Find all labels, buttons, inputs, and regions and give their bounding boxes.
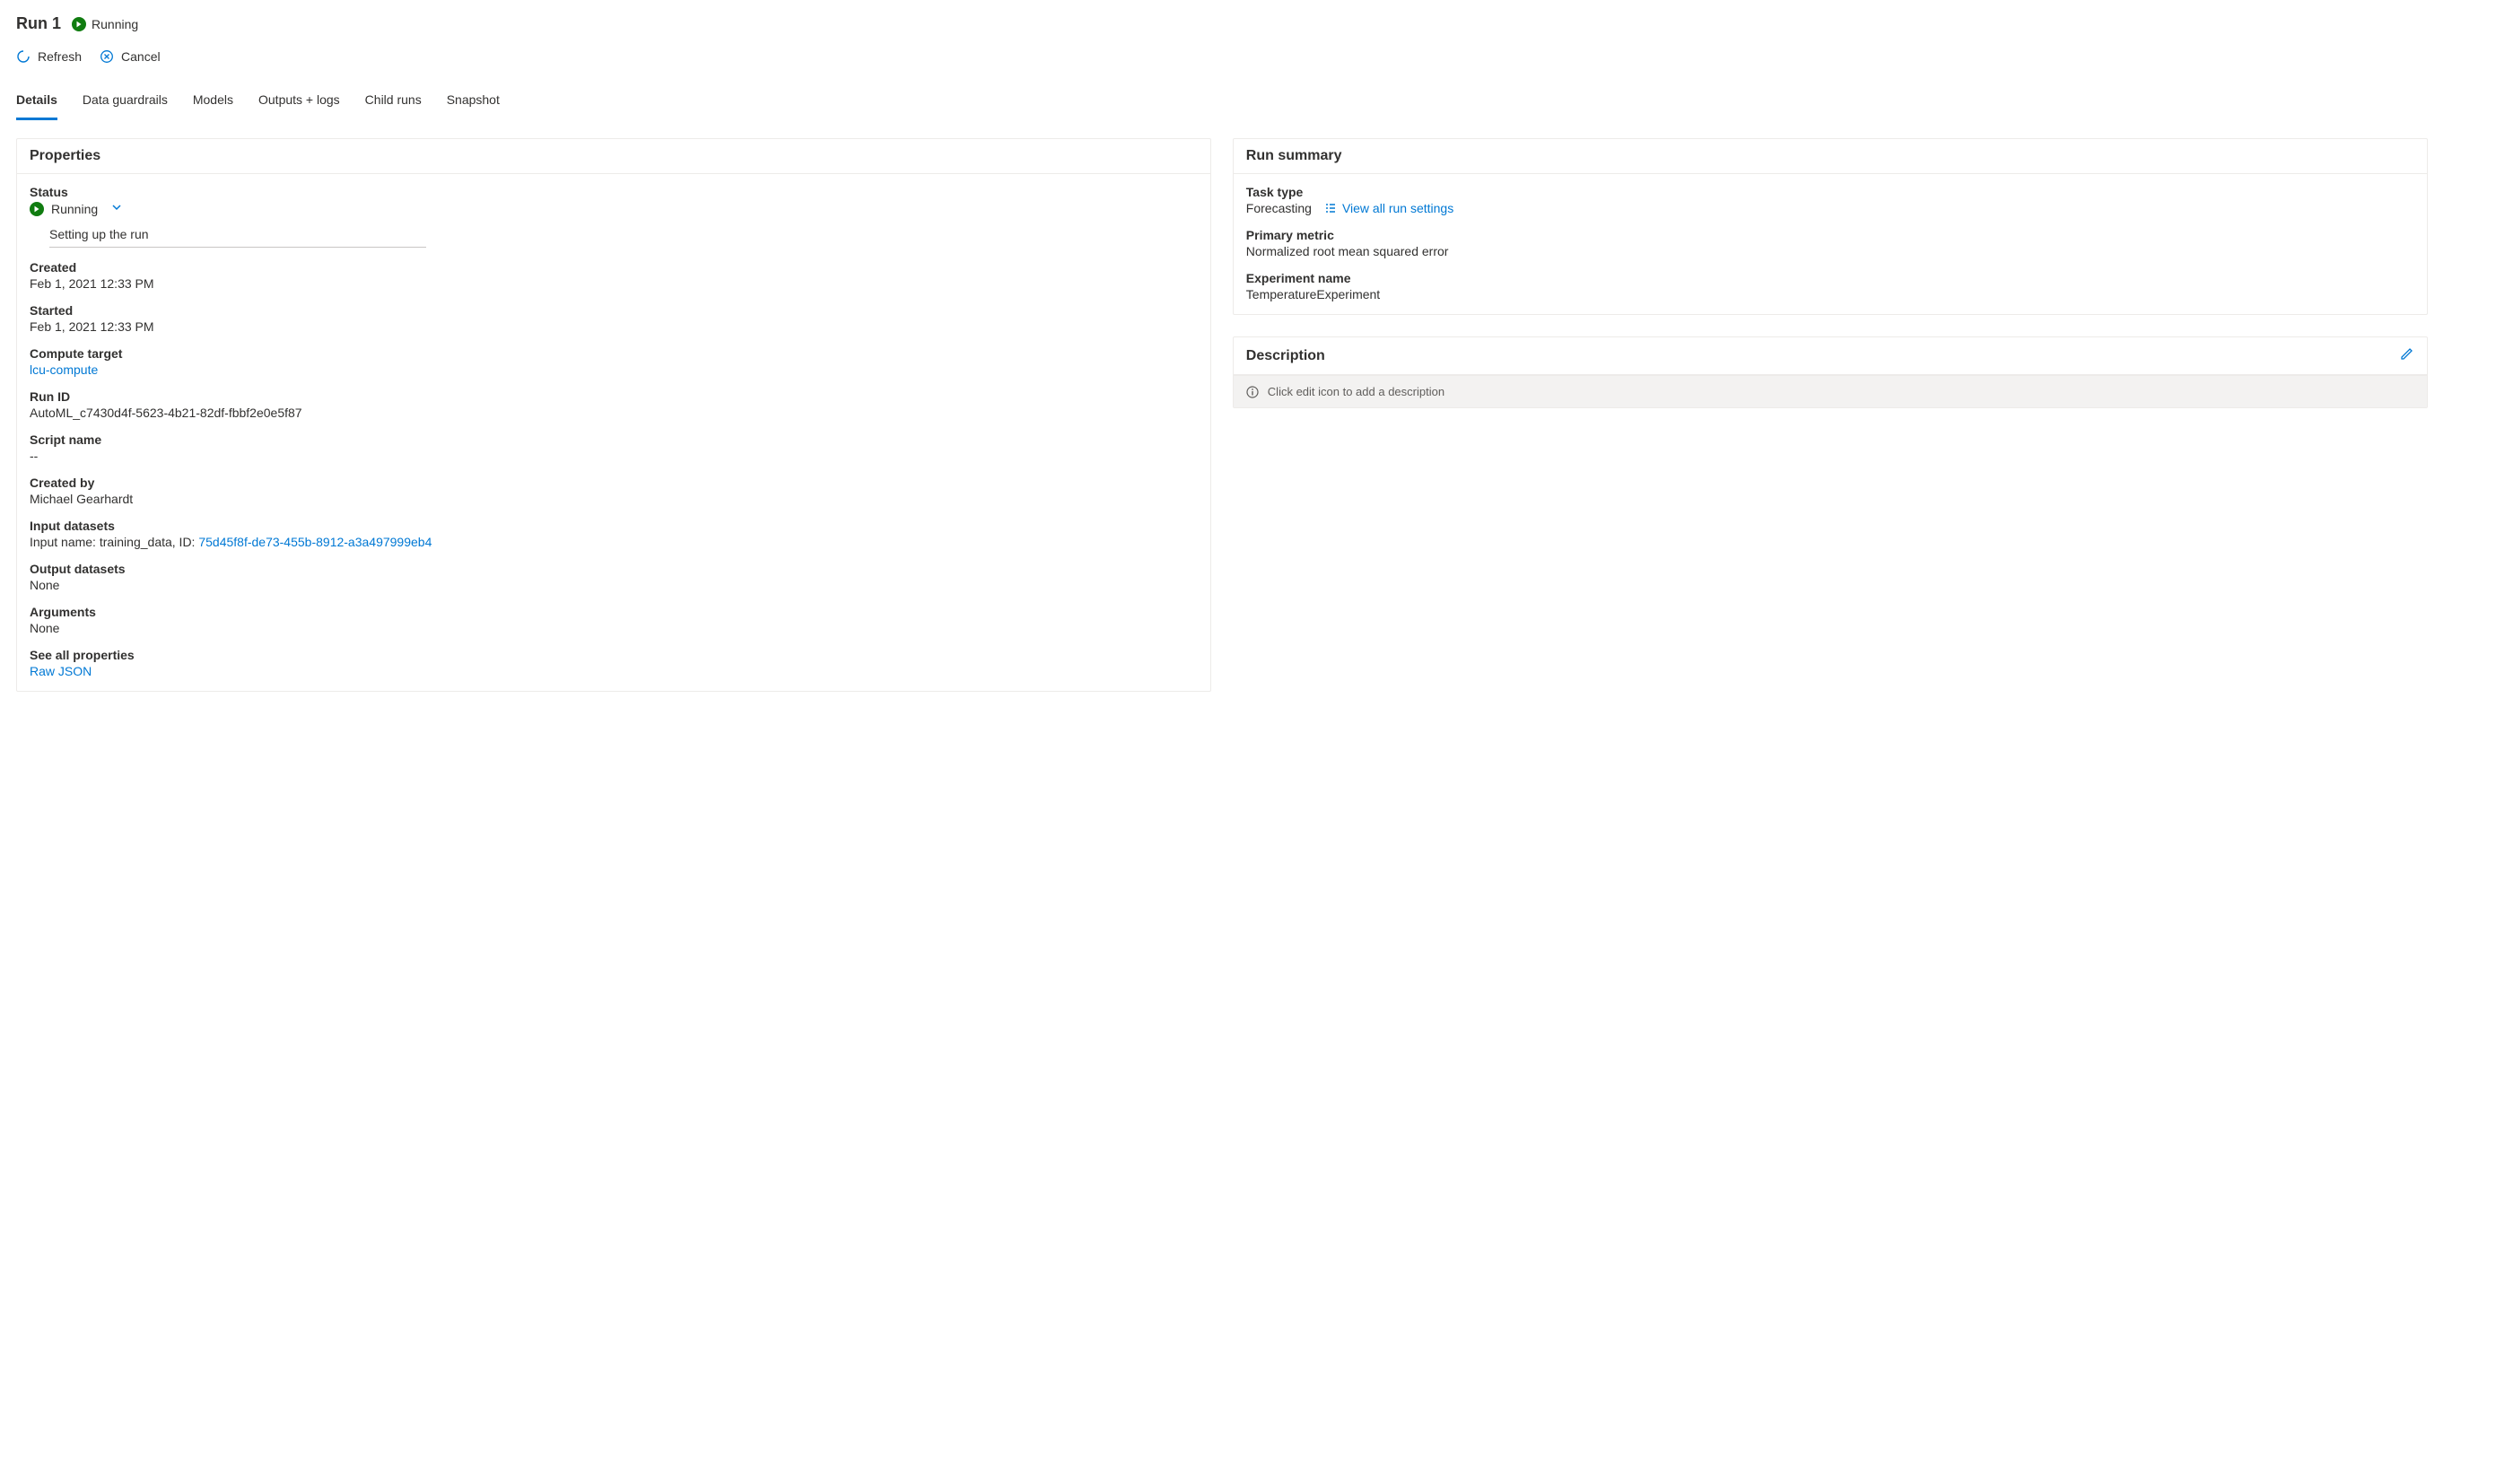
info-icon xyxy=(1246,386,1259,398)
output-datasets-value: None xyxy=(30,578,1198,592)
toolbar: Refresh Cancel xyxy=(16,49,2480,64)
list-icon xyxy=(1324,202,1337,214)
properties-card: Properties Status Running Setting up the… xyxy=(16,138,1211,692)
run-summary-card: Run summary Task type Forecasting View a… xyxy=(1233,138,2428,315)
header-status: Running xyxy=(72,17,138,31)
page-title: Run 1 xyxy=(16,14,61,33)
description-placeholder-text: Click edit icon to add a description xyxy=(1268,385,1444,398)
run-summary-title: Run summary xyxy=(1234,139,2427,174)
status-label: Status xyxy=(30,185,1198,199)
input-datasets-value: Input name: training_data, ID: 75d45f8f-… xyxy=(30,535,1198,549)
script-name-label: Script name xyxy=(30,432,1198,447)
created-label: Created xyxy=(30,260,1198,275)
tab-outputs-logs[interactable]: Outputs + logs xyxy=(258,85,340,120)
status-value-row: Running xyxy=(30,201,123,216)
experiment-name-label: Experiment name xyxy=(1246,271,2414,285)
refresh-label: Refresh xyxy=(38,49,82,64)
script-name-value: -- xyxy=(30,449,1198,463)
raw-json-link[interactable]: Raw JSON xyxy=(30,664,1198,678)
see-all-properties-label: See all properties xyxy=(30,648,1198,662)
running-icon xyxy=(30,202,44,216)
edit-description-button[interactable] xyxy=(2400,346,2414,365)
view-all-run-settings-link[interactable]: View all run settings xyxy=(1324,201,1453,215)
compute-target-link[interactable]: lcu-compute xyxy=(30,362,1198,377)
input-dataset-id-link[interactable]: 75d45f8f-de73-455b-8912-a3a497999eb4 xyxy=(198,535,432,549)
refresh-icon xyxy=(16,49,31,64)
description-card: Description Click edit icon to add a des… xyxy=(1233,336,2428,408)
primary-metric-label: Primary metric xyxy=(1246,228,2414,242)
task-type-label: Task type xyxy=(1246,185,2414,199)
header-status-text: Running xyxy=(92,17,138,31)
view-all-run-settings-label: View all run settings xyxy=(1342,201,1453,215)
started-value: Feb 1, 2021 12:33 PM xyxy=(30,319,1198,334)
task-type-value: Forecasting xyxy=(1246,201,1312,215)
cancel-button[interactable]: Cancel xyxy=(100,49,161,64)
tab-child-runs[interactable]: Child runs xyxy=(365,85,422,120)
created-value: Feb 1, 2021 12:33 PM xyxy=(30,276,1198,291)
created-by-label: Created by xyxy=(30,476,1198,490)
experiment-name-value: TemperatureExperiment xyxy=(1246,287,2414,301)
status-progress-rule xyxy=(49,247,426,248)
tab-details[interactable]: Details xyxy=(16,85,57,120)
input-datasets-prefix: Input name: training_data, ID: xyxy=(30,535,198,549)
tab-data-guardrails[interactable]: Data guardrails xyxy=(83,85,168,120)
arguments-label: Arguments xyxy=(30,605,1198,619)
tabs: Details Data guardrails Models Outputs +… xyxy=(16,85,2480,120)
pencil-icon xyxy=(2400,346,2414,361)
tab-models[interactable]: Models xyxy=(193,85,233,120)
chevron-down-icon xyxy=(110,201,123,214)
status-value: Running xyxy=(51,202,98,216)
status-substep: Setting up the run xyxy=(49,227,1198,241)
refresh-button[interactable]: Refresh xyxy=(16,49,82,64)
started-label: Started xyxy=(30,303,1198,318)
description-placeholder-row: Click edit icon to add a description xyxy=(1234,375,2427,407)
description-title: Description xyxy=(1246,348,1325,364)
run-id-label: Run ID xyxy=(30,389,1198,404)
content-columns: Properties Status Running Setting up the… xyxy=(16,138,2480,713)
cancel-icon xyxy=(100,49,114,64)
tab-snapshot[interactable]: Snapshot xyxy=(447,85,500,120)
arguments-value: None xyxy=(30,621,1198,635)
compute-target-label: Compute target xyxy=(30,346,1198,361)
running-icon xyxy=(72,17,86,31)
input-datasets-label: Input datasets xyxy=(30,519,1198,533)
primary-metric-value: Normalized root mean squared error xyxy=(1246,244,2414,258)
status-expand-toggle[interactable] xyxy=(110,201,123,216)
properties-card-title: Properties xyxy=(17,139,1210,174)
output-datasets-label: Output datasets xyxy=(30,562,1198,576)
page-header: Run 1 Running xyxy=(16,14,2480,33)
created-by-value: Michael Gearhardt xyxy=(30,492,1198,506)
cancel-label: Cancel xyxy=(121,49,161,64)
run-id-value: AutoML_c7430d4f-5623-4b21-82df-fbbf2e0e5… xyxy=(30,406,1198,420)
